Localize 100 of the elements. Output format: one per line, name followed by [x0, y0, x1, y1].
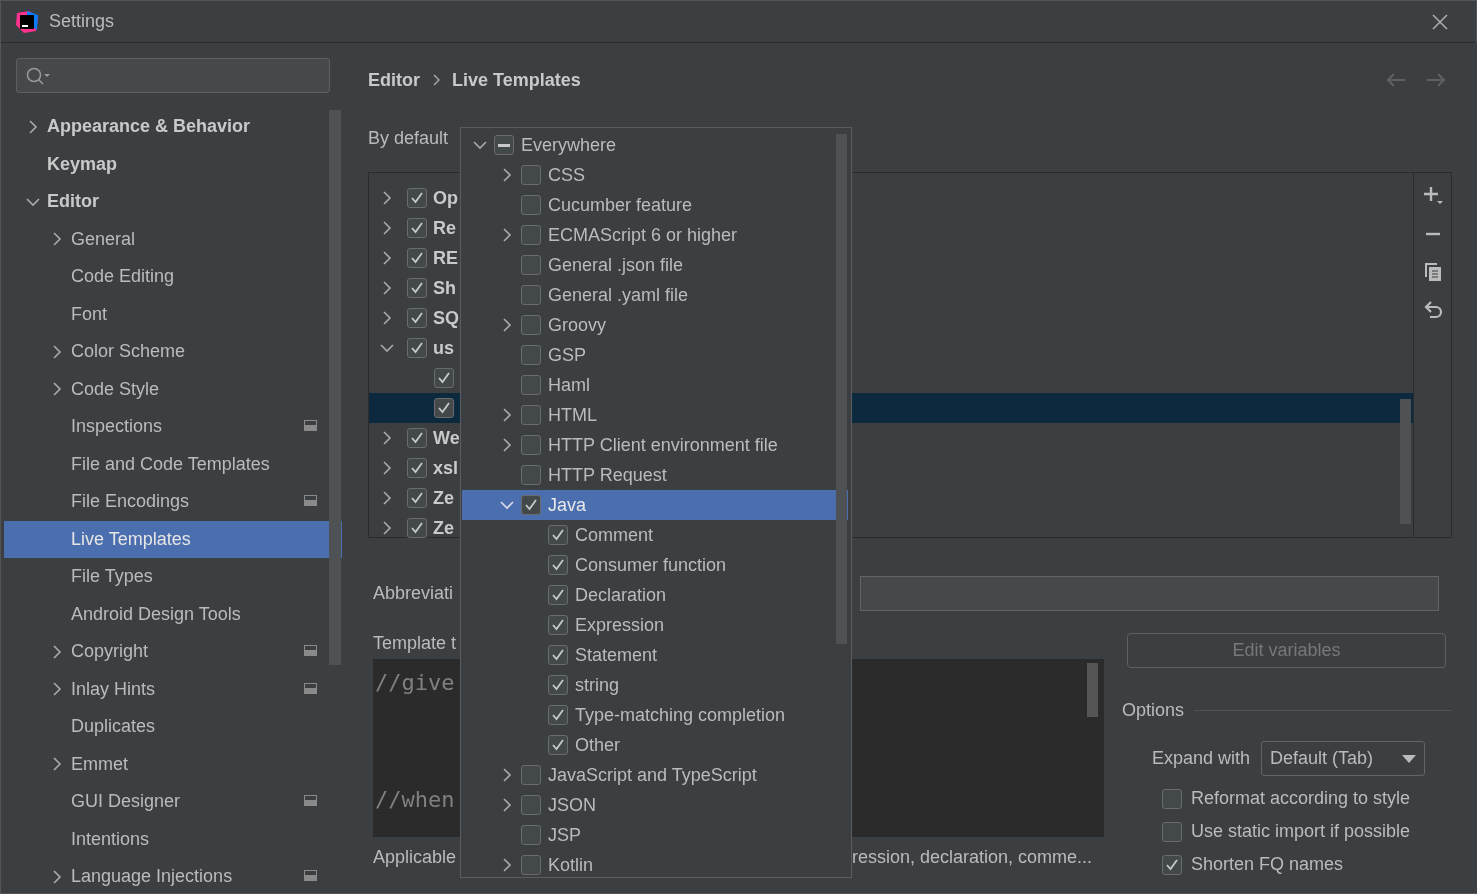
- template-group-label[interactable]: us: [433, 334, 454, 362]
- checkbox[interactable]: [521, 315, 541, 335]
- context-option[interactable]: Declaration: [462, 580, 848, 610]
- checkbox[interactable]: [548, 735, 568, 755]
- sidebar-item[interactable]: File Encodings: [4, 483, 342, 521]
- chevron-right-icon[interactable]: [500, 228, 514, 242]
- template-group-label[interactable]: Ze: [433, 514, 454, 542]
- copy-icon[interactable]: [1422, 261, 1443, 283]
- sidebar-item[interactable]: General: [4, 220, 342, 258]
- chevron-down-icon[interactable]: [500, 498, 514, 512]
- checkbox[interactable]: [407, 248, 427, 268]
- checkbox[interactable]: [521, 855, 541, 875]
- checkbox[interactable]: [548, 555, 568, 575]
- checkbox[interactable]: [521, 255, 541, 275]
- sidebar-item[interactable]: Live Templates: [4, 520, 342, 558]
- context-option[interactable]: HTTP Request: [462, 460, 848, 490]
- chevron-right-icon[interactable]: [380, 191, 394, 205]
- checkbox[interactable]: [548, 585, 568, 605]
- chevron-right-icon[interactable]: [500, 768, 514, 782]
- scrollbar[interactable]: [329, 110, 341, 665]
- template-group-label[interactable]: Op: [433, 184, 458, 212]
- chevron-right-icon[interactable]: [500, 168, 514, 182]
- checkbox-label[interactable]: Shorten FQ names: [1191, 851, 1344, 878]
- sidebar-item[interactable]: Duplicates: [4, 708, 342, 746]
- context-option[interactable]: General .json file: [462, 250, 848, 280]
- sidebar-item[interactable]: File Types: [4, 558, 342, 596]
- breadcrumb-item[interactable]: Live Templates: [452, 66, 581, 94]
- chevron-right-icon[interactable]: [50, 344, 64, 359]
- template-group-label[interactable]: Sh: [433, 274, 456, 302]
- checkbox[interactable]: [407, 338, 427, 358]
- checkbox[interactable]: [434, 368, 454, 388]
- template-group-label[interactable]: We: [433, 424, 460, 452]
- context-option[interactable]: JSP: [462, 820, 848, 850]
- checkbox[interactable]: [407, 488, 427, 508]
- context-option[interactable]: GSP: [462, 340, 848, 370]
- breadcrumb-item[interactable]: Editor: [368, 66, 420, 94]
- checkbox[interactable]: [1162, 821, 1182, 842]
- checkbox[interactable]: [407, 278, 427, 298]
- sidebar-item[interactable]: Appearance & Behavior: [4, 108, 342, 146]
- chevron-right-icon[interactable]: [50, 232, 64, 247]
- chevron-right-icon[interactable]: [380, 221, 394, 235]
- chevron-right-icon[interactable]: [50, 869, 64, 884]
- checkbox[interactable]: [521, 495, 541, 515]
- sidebar-item[interactable]: Keymap: [4, 145, 342, 183]
- chevron-down-icon[interactable]: [473, 138, 487, 152]
- context-option[interactable]: Cucumber feature: [462, 190, 848, 220]
- checkbox-label[interactable]: Reformat according to style: [1191, 785, 1411, 812]
- chevron-right-icon[interactable]: [500, 858, 514, 872]
- checkbox-label[interactable]: Use static import if possible: [1191, 818, 1411, 845]
- context-option[interactable]: General .yaml file: [462, 280, 848, 310]
- sidebar-item[interactable]: Code Editing: [4, 258, 342, 296]
- context-option[interactable]: Kotlin: [462, 850, 848, 877]
- context-option[interactable]: JavaScript and TypeScript: [462, 760, 848, 790]
- checkbox[interactable]: [521, 405, 541, 425]
- checkbox[interactable]: [407, 308, 427, 328]
- checkbox[interactable]: [521, 435, 541, 455]
- sidebar-item[interactable]: Emmet: [4, 745, 342, 783]
- chevron-right-icon[interactable]: [50, 757, 64, 772]
- context-option[interactable]: Haml: [462, 370, 848, 400]
- add-icon[interactable]: [1421, 185, 1444, 207]
- context-option[interactable]: Expression: [462, 610, 848, 640]
- checkbox[interactable]: [494, 135, 514, 155]
- chevron-right-icon[interactable]: [500, 318, 514, 332]
- sidebar-item[interactable]: Intentions: [4, 820, 342, 858]
- context-option[interactable]: Consumer function: [462, 550, 848, 580]
- chevron-right-icon[interactable]: [500, 408, 514, 422]
- sidebar-item[interactable]: Code Style: [4, 370, 342, 408]
- chevron-right-icon[interactable]: [380, 461, 394, 475]
- template-group-label[interactable]: RE: [433, 244, 458, 272]
- checkbox[interactable]: [434, 398, 454, 418]
- close-icon[interactable]: [1432, 13, 1448, 30]
- chevron-right-icon[interactable]: [50, 644, 64, 659]
- sidebar-item[interactable]: Inspections: [4, 408, 342, 446]
- context-option[interactable]: Type-matching completion: [462, 700, 848, 730]
- chevron-down-icon[interactable]: [380, 341, 394, 355]
- context-option[interactable]: string: [462, 670, 848, 700]
- checkbox[interactable]: [548, 525, 568, 545]
- chevron-right-icon[interactable]: [380, 251, 394, 265]
- sidebar-item[interactable]: Font: [4, 295, 342, 333]
- checkbox[interactable]: [521, 285, 541, 305]
- chevron-right-icon[interactable]: [500, 798, 514, 812]
- checkbox[interactable]: [1162, 788, 1182, 809]
- context-option[interactable]: JSON: [462, 790, 848, 820]
- checkbox[interactable]: [407, 458, 427, 478]
- chevron-right-icon[interactable]: [26, 119, 40, 134]
- checkbox[interactable]: [521, 465, 541, 485]
- chevron-right-icon[interactable]: [50, 382, 64, 397]
- checkbox[interactable]: [407, 518, 427, 538]
- search-field[interactable]: [16, 58, 330, 93]
- checkbox[interactable]: [521, 765, 541, 785]
- abbreviation-field[interactable]: [860, 575, 1439, 611]
- checkbox[interactable]: [521, 795, 541, 815]
- sidebar-item[interactable]: Color Scheme: [4, 333, 342, 371]
- scrollbar[interactable]: [1400, 399, 1411, 524]
- checkbox[interactable]: [407, 188, 427, 208]
- sidebar-item[interactable]: Editor: [4, 183, 342, 221]
- checkbox[interactable]: [521, 345, 541, 365]
- sidebar-item[interactable]: File and Code Templates: [4, 445, 342, 483]
- context-option[interactable]: Groovy: [462, 310, 848, 340]
- scrollbar[interactable]: [836, 134, 847, 644]
